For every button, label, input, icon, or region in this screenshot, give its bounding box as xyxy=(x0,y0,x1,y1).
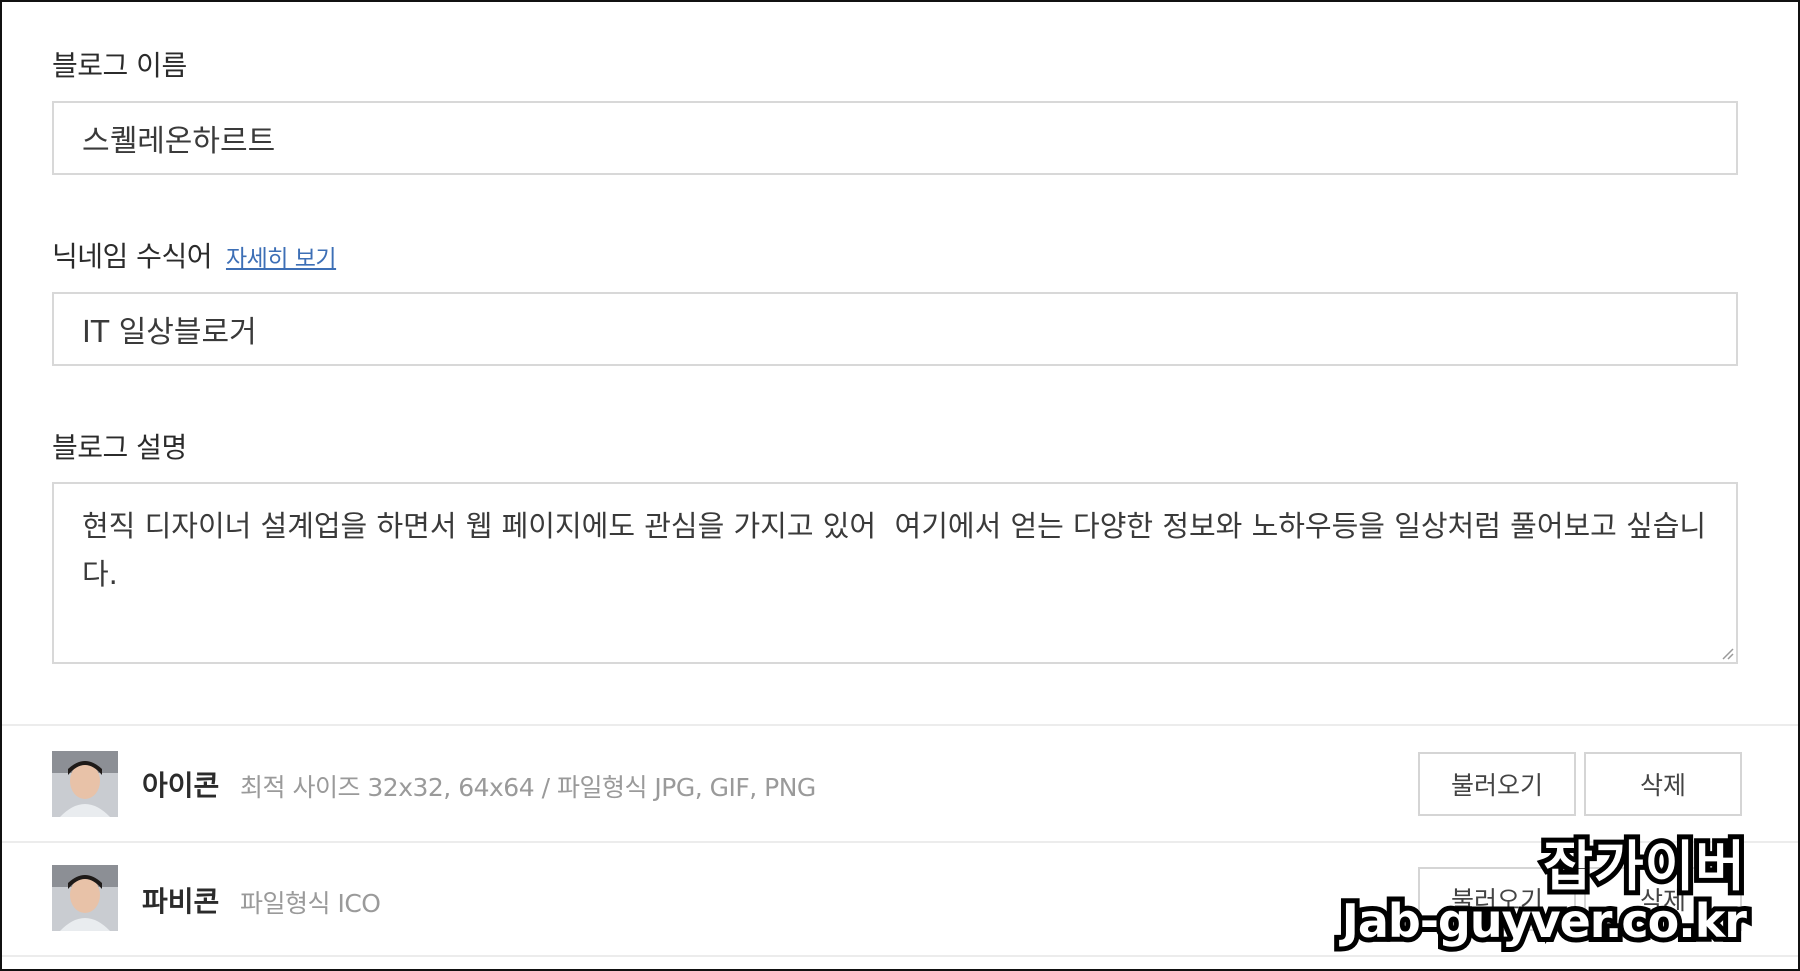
favicon-thumbnail xyxy=(52,865,118,931)
nickname-modifier-input[interactable] xyxy=(52,292,1738,366)
favicon-row-bottom-divider xyxy=(2,955,1798,957)
blog-name-input[interactable] xyxy=(52,101,1738,175)
favicon-row-top-divider xyxy=(2,841,1798,843)
profile-photo-icon xyxy=(52,751,118,817)
icon-thumbnail xyxy=(52,751,118,817)
icon-row-title: 아이콘 xyxy=(142,769,220,802)
blog-description-label: 블로그 설명 xyxy=(52,431,187,464)
icon-delete-button[interactable]: 삭제 xyxy=(1584,752,1742,816)
blog-settings-panel: 블로그 이름 닉네임 수식어 자세히 보기 블로그 설명 현직 디자이너 설계업을… xyxy=(0,0,1800,971)
icon-row-hint: 최적 사이즈 32x32, 64x64 / 파일형식 JPG, GIF, PNG xyxy=(240,773,816,802)
nickname-modifier-label: 닉네임 수식어 자세히 보기 xyxy=(52,235,337,275)
favicon-row-hint: 파일형식 ICO xyxy=(240,889,381,918)
resize-handle-icon[interactable] xyxy=(1720,646,1734,660)
icon-load-button[interactable]: 불러오기 xyxy=(1418,752,1576,816)
favicon-row-title: 파비콘 xyxy=(142,885,220,918)
watermark-title: 잡가이버 xyxy=(1538,830,1750,903)
profile-photo-icon xyxy=(52,865,118,931)
blog-description-textarea[interactable]: 현직 디자이너 설계업을 하면서 웹 페이지에도 관심을 가지고 있어 여기에서… xyxy=(52,482,1738,664)
watermark-url: Jab-guyver.co.kr xyxy=(1337,889,1752,953)
nickname-modifier-label-text: 닉네임 수식어 xyxy=(52,240,212,273)
icon-row-top-divider xyxy=(2,724,1798,726)
details-link[interactable]: 자세히 보기 xyxy=(226,246,337,272)
blog-name-label: 블로그 이름 xyxy=(52,49,187,82)
